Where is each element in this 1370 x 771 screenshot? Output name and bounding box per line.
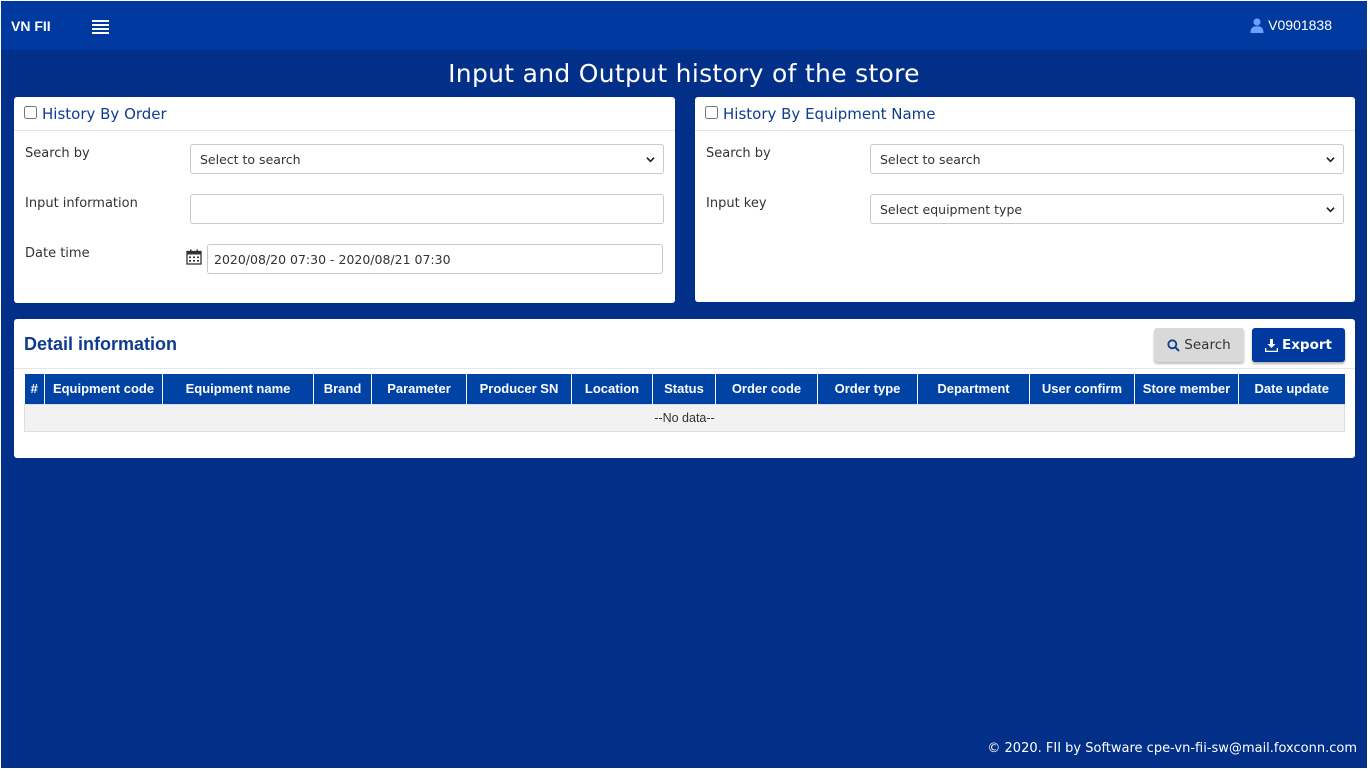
chevron-down-icon: [1326, 157, 1335, 163]
input-key-label: Input key: [706, 196, 767, 211]
detail-title: Detail information: [24, 334, 178, 354]
column-header[interactable]: User confirm: [1029, 374, 1135, 404]
column-header[interactable]: Status: [652, 374, 716, 404]
page-title: Input and Output history of the store: [448, 59, 920, 88]
brand-logo[interactable]: VN FII: [11, 18, 51, 34]
search-button[interactable]: Search: [1154, 328, 1244, 362]
chevron-down-icon: [1326, 207, 1335, 213]
empty-table-message: --No data--: [24, 403, 1345, 432]
column-header[interactable]: Brand: [313, 374, 372, 404]
search-by-value: Select to search: [880, 151, 981, 167]
search-by-label: Search by: [25, 146, 90, 161]
history-by-equipment-panel: History By Equipment Name Search by Sele…: [695, 97, 1355, 302]
search-by-select[interactable]: Select to search: [190, 144, 664, 174]
column-header[interactable]: Equipment code: [44, 374, 163, 404]
search-icon: [1167, 338, 1181, 352]
user-icon: [1250, 17, 1264, 33]
column-header[interactable]: Order code: [715, 374, 818, 404]
input-information-label: Input information: [25, 196, 138, 211]
column-header[interactable]: Order type: [817, 374, 918, 404]
menu-toggle-icon[interactable]: [92, 20, 109, 34]
detail-table: # Equipment code Equipment name Brand Pa…: [24, 374, 1345, 432]
top-navbar: VN FII V0901838: [1, 1, 1367, 50]
column-header[interactable]: Equipment name: [162, 374, 314, 404]
history-by-order-checkbox[interactable]: [24, 106, 37, 119]
calendar-icon[interactable]: [186, 249, 202, 265]
column-header[interactable]: Producer SN: [466, 374, 572, 404]
history-by-equipment-checkbox[interactable]: [705, 106, 718, 119]
detail-information-panel: Detail information Search Export # Equip…: [14, 319, 1355, 458]
input-information-field[interactable]: [190, 194, 664, 224]
panel-header: History By Equipment Name: [695, 97, 1355, 131]
equipment-type-value: Select equipment type: [880, 201, 1023, 217]
divider: [14, 368, 1355, 369]
search-button-label: Search: [1184, 337, 1231, 353]
column-header[interactable]: Location: [571, 374, 653, 404]
column-header[interactable]: Parameter: [371, 374, 467, 404]
history-by-order-panel: History By Order Search by Select to sea…: [14, 97, 675, 303]
username: V0901838: [1268, 17, 1332, 33]
search-by-label: Search by: [706, 146, 771, 161]
column-header[interactable]: Date update: [1238, 374, 1345, 404]
user-menu[interactable]: V0901838: [1250, 17, 1332, 33]
search-by-value: Select to search: [200, 151, 301, 167]
table-row: --No data--: [24, 403, 1345, 432]
search-by-select[interactable]: Select to search: [870, 144, 1344, 174]
panel-title: History By Order: [42, 104, 167, 123]
download-icon: [1265, 338, 1278, 352]
column-header[interactable]: #: [24, 374, 45, 404]
export-button-label: Export: [1282, 337, 1332, 353]
chevron-down-icon: [646, 157, 655, 163]
app-frame: VN FII V0901838 Input and Output history…: [1, 1, 1367, 768]
date-range-input[interactable]: 2020/08/20 07:30 - 2020/08/21 07:30: [207, 244, 663, 274]
export-button[interactable]: Export: [1252, 328, 1345, 362]
footer-copyright: © 2020. FII by Software cpe-vn-fii-sw@ma…: [987, 741, 1357, 756]
column-header[interactable]: Store member: [1134, 374, 1239, 404]
panel-title: History By Equipment Name: [723, 104, 936, 123]
equipment-type-select[interactable]: Select equipment type: [870, 194, 1344, 224]
panel-header: History By Order: [14, 97, 675, 131]
column-header[interactable]: Department: [917, 374, 1030, 404]
table-header-row: # Equipment code Equipment name Brand Pa…: [24, 374, 1345, 404]
date-range-value: 2020/08/20 07:30 - 2020/08/21 07:30: [214, 251, 451, 267]
date-time-label: Date time: [25, 246, 90, 261]
